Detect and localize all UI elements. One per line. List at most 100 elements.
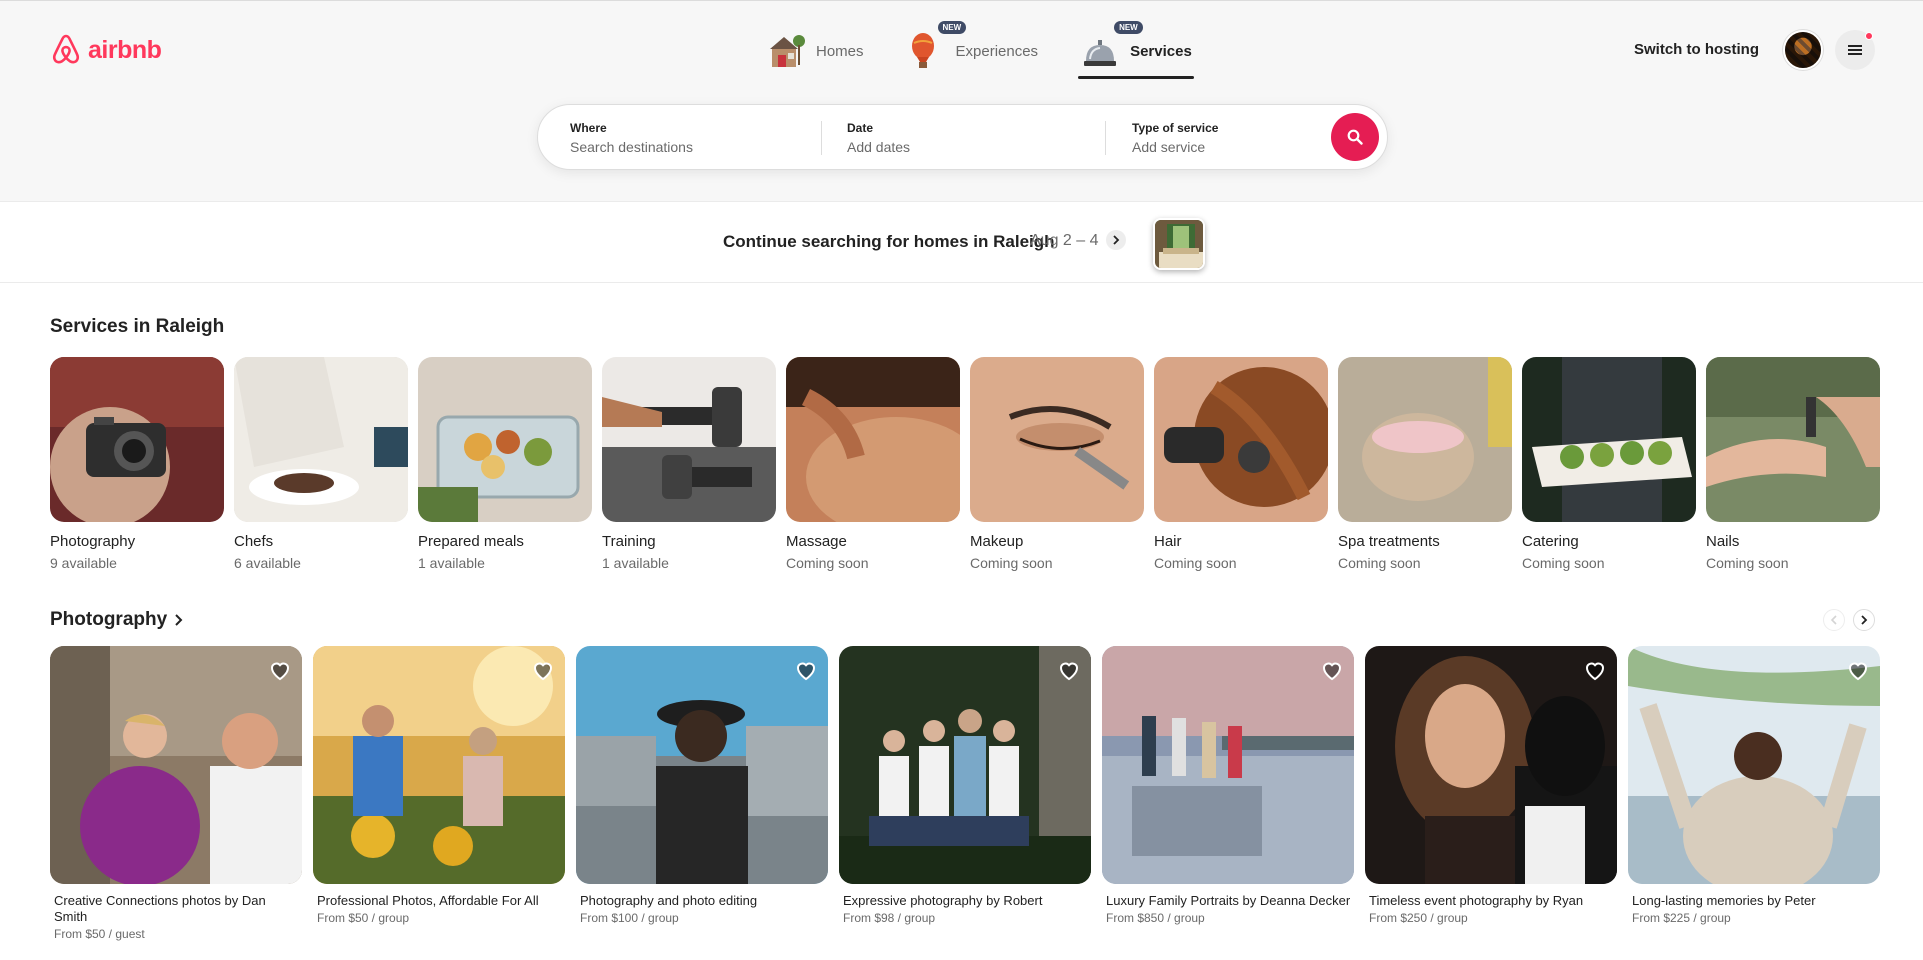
service-card[interactable]: Photography 9 available bbox=[50, 357, 224, 571]
favorite-heart-icon[interactable] bbox=[531, 658, 555, 682]
service-card[interactable]: Nails Coming soon bbox=[1706, 357, 1880, 571]
where-field[interactable]: Where Search destinations bbox=[570, 121, 790, 155]
listing-title: Long-lasting memories by Peter bbox=[1632, 893, 1816, 908]
search-button[interactable] bbox=[1331, 113, 1379, 161]
service-name: Makeup bbox=[970, 533, 1024, 550]
service-name: Massage bbox=[786, 533, 847, 550]
listing-title: Luxury Family Portraits by Deanna Decker bbox=[1106, 893, 1351, 908]
continue-searching-arrow[interactable] bbox=[1106, 230, 1126, 250]
listing-price: From $50 / guest bbox=[54, 927, 145, 941]
continue-searching-dates: Aug 2 – 4 bbox=[1030, 232, 1099, 249]
listing-title: Professional Photos, Affordable For All bbox=[317, 893, 539, 908]
tab-services[interactable]: NEW Services bbox=[1078, 21, 1194, 79]
photography-section-link[interactable]: Photography bbox=[50, 609, 183, 631]
service-image-hair bbox=[1154, 357, 1328, 522]
hamburger-menu-icon bbox=[1848, 45, 1862, 55]
listing-price: From $250 / group bbox=[1369, 911, 1468, 925]
tab-homes[interactable]: Homes bbox=[764, 25, 866, 77]
service-card[interactable]: Chefs 6 available bbox=[234, 357, 408, 571]
service-image-chefs bbox=[234, 357, 408, 522]
service-card[interactable]: Training 1 available bbox=[602, 357, 776, 571]
hot-air-balloon-icon bbox=[911, 33, 934, 68]
listing-image bbox=[50, 646, 302, 884]
where-input[interactable]: Search destinations bbox=[570, 139, 790, 155]
favorite-heart-icon[interactable] bbox=[794, 658, 818, 682]
header: airbnb Homes NEW Experiences NEW Service… bbox=[0, 0, 1923, 202]
service-availability: 9 available bbox=[50, 555, 117, 571]
service-availability: 1 available bbox=[602, 555, 669, 571]
listing-card[interactable]: Professional Photos, Affordable For All … bbox=[313, 646, 565, 941]
main-menu-button[interactable] bbox=[1835, 30, 1875, 70]
service-card[interactable]: Catering Coming soon bbox=[1522, 357, 1696, 571]
listing-card[interactable]: Expressive photography by Robert From $9… bbox=[839, 646, 1091, 941]
service-image-makeup bbox=[970, 357, 1144, 522]
service-availability: 1 available bbox=[418, 555, 485, 571]
service-image-catering bbox=[1522, 357, 1696, 522]
avatar[interactable] bbox=[1783, 30, 1823, 70]
chevron-right-icon bbox=[1113, 235, 1120, 245]
service-name: Spa treatments bbox=[1338, 533, 1440, 550]
photography-section-title: Photography bbox=[50, 609, 168, 630]
house-icon bbox=[770, 35, 805, 67]
tab-services-label: Services bbox=[1130, 42, 1192, 60]
search-bar: Where Search destinations Date Add dates… bbox=[537, 104, 1388, 170]
listing-card[interactable]: Long-lasting memories by Peter From $225… bbox=[1628, 646, 1880, 941]
tab-experiences[interactable]: NEW Experiences bbox=[904, 21, 1041, 77]
service-type-input[interactable]: Add service bbox=[1132, 139, 1302, 155]
service-availability: Coming soon bbox=[1338, 555, 1421, 571]
service-image-massage bbox=[786, 357, 960, 522]
listing-image bbox=[839, 646, 1091, 884]
carousel-next-button[interactable] bbox=[1853, 609, 1875, 631]
continue-searching-thumbnail[interactable] bbox=[1153, 218, 1205, 270]
listing-title: Photography and photo editing bbox=[580, 893, 758, 908]
listing-image bbox=[1628, 646, 1880, 884]
service-image-prepared-meals bbox=[418, 357, 592, 522]
service-type-label: Type of service bbox=[1132, 121, 1219, 135]
service-type-field[interactable]: Type of service Add service bbox=[1132, 121, 1302, 155]
listing-title: Timeless event photography by Ryan bbox=[1369, 893, 1584, 908]
chevron-right-icon bbox=[1861, 615, 1868, 625]
listing-price: From $850 / group bbox=[1106, 911, 1205, 925]
photography-listings-row: Creative Connections photos by Dan Smith… bbox=[50, 646, 1880, 941]
service-availability: Coming soon bbox=[786, 555, 869, 571]
service-name: Hair bbox=[1154, 533, 1182, 550]
service-card[interactable]: Spa treatments Coming soon bbox=[1338, 357, 1512, 571]
listing-card[interactable]: Photography and photo editing From $100 … bbox=[576, 646, 828, 941]
listing-card[interactable]: Creative Connections photos by Dan Smith… bbox=[50, 646, 302, 941]
service-availability: Coming soon bbox=[1706, 555, 1789, 571]
listing-card[interactable]: Timeless event photography by Ryan From … bbox=[1365, 646, 1617, 941]
favorite-heart-icon[interactable] bbox=[1320, 658, 1344, 682]
notification-dot bbox=[1865, 32, 1873, 40]
chevron-right-icon bbox=[175, 614, 183, 626]
listing-price: From $100 / group bbox=[580, 911, 679, 925]
listing-image bbox=[1102, 646, 1354, 884]
favorite-heart-icon[interactable] bbox=[1846, 658, 1870, 682]
carousel-prev-button[interactable] bbox=[1823, 609, 1845, 631]
favorite-heart-icon[interactable] bbox=[268, 658, 292, 682]
service-card[interactable]: Prepared meals 1 available bbox=[418, 357, 592, 571]
search-divider bbox=[1105, 121, 1106, 155]
continue-searching-text: Continue searching for homes in Raleigh bbox=[723, 232, 1055, 251]
service-availability: Coming soon bbox=[1522, 555, 1605, 571]
airbnb-logo[interactable]: airbnb bbox=[50, 33, 162, 67]
service-name: Prepared meals bbox=[418, 533, 524, 550]
favorite-heart-icon[interactable] bbox=[1583, 658, 1607, 682]
service-name: Training bbox=[602, 533, 656, 550]
service-name: Photography bbox=[50, 533, 136, 550]
continue-searching-banner[interactable]: Continue searching for homes in Raleigh … bbox=[0, 203, 1923, 283]
date-field[interactable]: Date Add dates bbox=[847, 121, 1107, 155]
airbnb-logo-icon bbox=[52, 34, 80, 64]
brand-name: airbnb bbox=[88, 35, 162, 64]
services-section-title: Services in Raleigh bbox=[50, 316, 225, 337]
where-label: Where bbox=[570, 121, 607, 135]
favorite-heart-icon[interactable] bbox=[1057, 658, 1081, 682]
service-image-photography bbox=[50, 357, 224, 522]
service-availability: Coming soon bbox=[1154, 555, 1237, 571]
service-card[interactable]: Makeup Coming soon bbox=[970, 357, 1144, 571]
switch-to-hosting-link[interactable]: Switch to hosting bbox=[1634, 41, 1759, 58]
date-input[interactable]: Add dates bbox=[847, 139, 1107, 155]
service-card[interactable]: Massage Coming soon bbox=[786, 357, 960, 571]
service-card[interactable]: Hair Coming soon bbox=[1154, 357, 1328, 571]
listing-card[interactable]: Luxury Family Portraits by Deanna Decker… bbox=[1102, 646, 1354, 941]
listing-price: From $98 / group bbox=[843, 911, 936, 925]
